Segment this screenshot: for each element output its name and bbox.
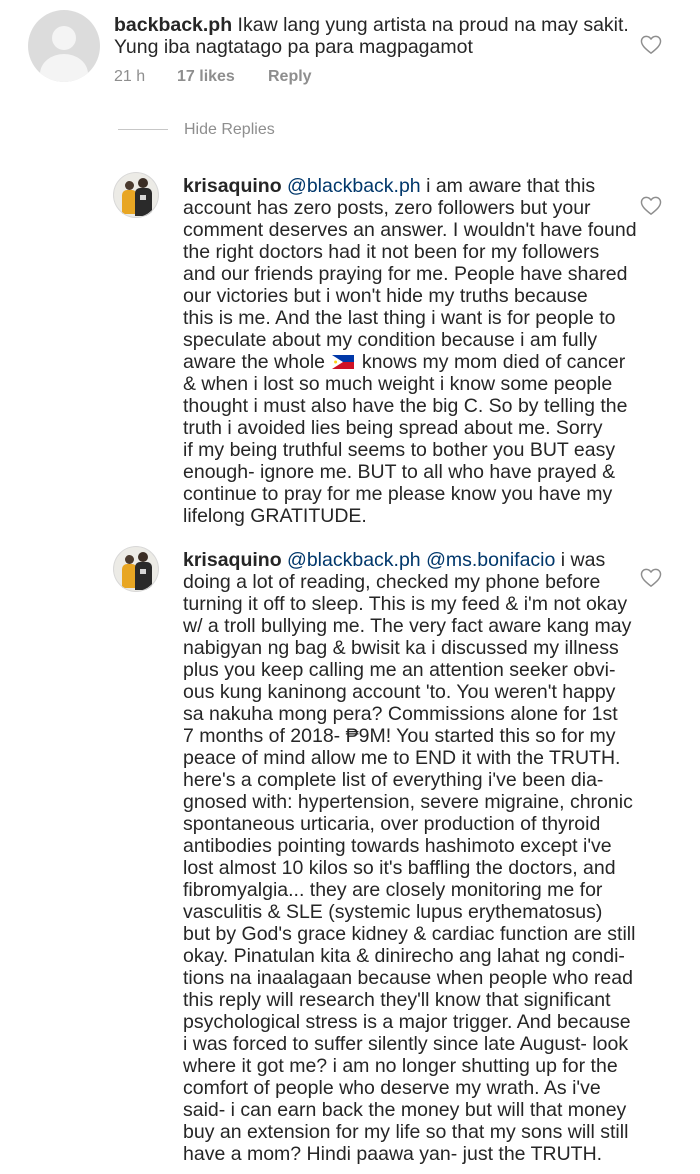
reply2-line: gnosed with: hypertension, severe migrai… xyxy=(183,791,633,813)
top-comment-reply-button[interactable]: Reply xyxy=(268,68,312,86)
top-comment-username[interactable]: backback.ph xyxy=(114,14,232,36)
reply1-flag-line: aware the whole knows my mom died of can… xyxy=(183,351,626,373)
reply2-line: 7 months of 2018- ₱9M! You started this … xyxy=(183,725,616,747)
reply2-line: i was forced to suffer silently since la… xyxy=(183,1033,629,1055)
reply2-line: okay. Pinatulan kita & dinirecho ang lah… xyxy=(183,945,625,967)
reply1-line: the right doctors had it not been for my… xyxy=(183,241,600,263)
reply1-line: truth i avoided lies being spread about … xyxy=(183,417,603,439)
krisaquino-avatar[interactable] xyxy=(113,172,159,218)
reply1-line: if my being truthful seems to bother you… xyxy=(183,439,616,461)
reply2-line: ous kung kaninong account 'to. You weren… xyxy=(183,681,616,703)
reply2-line: nabigyan ng bag & bwisit ka i discussed … xyxy=(183,637,619,659)
reply2-line: this reply will research they'll know th… xyxy=(183,989,611,1011)
heart-outline-icon[interactable] xyxy=(640,568,662,588)
reply2-line: buy an extension for my life so that my … xyxy=(183,1121,629,1143)
reply2-line: plus you keep calling me an attention se… xyxy=(183,659,616,681)
hide-replies-button[interactable]: Hide Replies xyxy=(184,121,275,139)
reply1-line: enough- ignore me. BUT to all who have p… xyxy=(183,461,616,483)
reply1-line: comment deserves an answer. I wouldn't h… xyxy=(183,219,637,241)
backback-avatar[interactable] xyxy=(28,10,100,82)
reply1-line-1: krisaquino @blackback.ph i am aware that… xyxy=(183,175,596,197)
reply2-line: tions na inaalagaan because when people … xyxy=(183,967,633,989)
default-avatar-icon xyxy=(52,26,76,50)
reply2-line: said- i can earn back the money but will… xyxy=(183,1099,627,1121)
reply2-line: peace of mind allow me to END it with th… xyxy=(183,747,621,769)
top-comment-time: 21 h xyxy=(114,68,146,85)
reply2-mention-2[interactable]: @ms.bonifacio xyxy=(426,549,555,571)
reply2-line: psychological stress is a major trigger.… xyxy=(183,1011,631,1033)
krisaquino-avatar[interactable] xyxy=(113,546,159,592)
reply1-line: this is me. And the last thing i want is… xyxy=(183,307,616,329)
heart-outline-icon[interactable] xyxy=(640,196,662,216)
reply2-line: vasculitis & SLE (systemic lupus erythem… xyxy=(183,901,603,923)
reply1-line: continue to pray for me please know you … xyxy=(183,483,613,505)
reply1-mention[interactable]: @blackback.ph xyxy=(287,175,421,197)
reply2-line: fibromyalgia... they are closely monitor… xyxy=(183,879,603,901)
heart-outline-icon[interactable] xyxy=(640,35,662,55)
top-comment-line-1: backback.ph Ikaw lang yung artista na pr… xyxy=(114,14,629,36)
reply2-line: spontaneous urticaria, over production o… xyxy=(183,813,601,835)
reply1-line: our victories but i won't hide my truths… xyxy=(183,285,588,307)
reply2-line: where it got me? i am no longer shutting… xyxy=(183,1055,618,1077)
reply1-line: speculate about my condition because i a… xyxy=(183,329,598,351)
hide-replies-divider xyxy=(118,129,168,130)
reply2-line-1: krisaquino @blackback.ph @ms.bonifacio i… xyxy=(183,549,606,571)
reply2-line: w/ a troll bullying me. The very fact aw… xyxy=(183,615,632,637)
reply2-line: sa nakuha mong pera? Commissions alone f… xyxy=(183,703,618,725)
reply2-line: doing a lot of reading, checked my phone… xyxy=(183,571,601,593)
reply1-line: account has zero posts, zero followers b… xyxy=(183,197,591,219)
reply2-username[interactable]: krisaquino xyxy=(183,549,282,571)
top-comment-likes[interactable]: 17 likes xyxy=(177,68,235,86)
reply2-line: have a mom? Hindi paawa yan- just the TR… xyxy=(183,1143,603,1165)
top-comment-line-2: Yung iba nagtatago pa para magpagamot xyxy=(114,36,473,58)
reply2-line: comfort of people who deserve my wrath. … xyxy=(183,1077,601,1099)
reply2-line: but by God's grace kidney & cardiac func… xyxy=(183,923,636,945)
reply2-mention-1[interactable]: @blackback.ph xyxy=(287,549,421,571)
reply2-line: here's a complete list of everything i'v… xyxy=(183,769,604,791)
reply1-username[interactable]: krisaquino xyxy=(183,175,282,197)
reply2-line: turning it off to sleep. This is my feed… xyxy=(183,593,628,615)
reply2-line: antibodies pointing towards hashimoto ex… xyxy=(183,835,612,857)
philippines-flag-icon xyxy=(332,355,355,369)
reply1-line: and our friends praying for me. People h… xyxy=(183,263,628,285)
reply2-line: lost almost 10 kilos so it's baffling th… xyxy=(183,857,616,879)
reply1-line: lifelong GRATITUDE. xyxy=(183,505,367,527)
reply1-line: & when i lost so much weight i know some… xyxy=(183,373,613,395)
reply1-line: thought i must also have the big C. So b… xyxy=(183,395,628,417)
